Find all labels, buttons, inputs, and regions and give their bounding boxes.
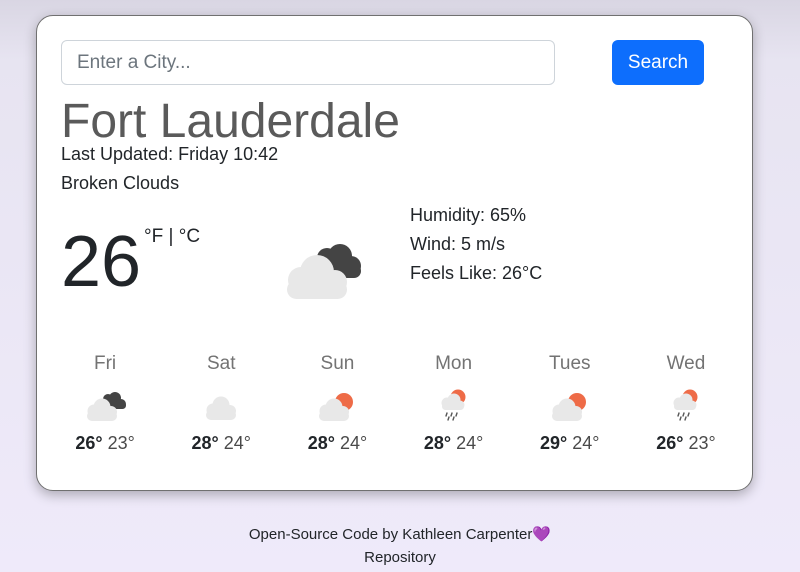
- forecast-temps: 26° 23°: [47, 432, 163, 454]
- open-source-link[interactable]: Open-Source Code by Kathleen Carpenter: [249, 526, 533, 543]
- forecast-max: 26°: [75, 433, 103, 453]
- forecast-day-name: Fri: [94, 353, 117, 374]
- broken-clouds-icon: [287, 244, 361, 299]
- forecast-day-name: Mon: [435, 353, 473, 374]
- forecast-min: 24°: [339, 433, 368, 453]
- sun-behind-cloud-icon: [551, 393, 586, 421]
- forecast-max: 29°: [540, 433, 568, 453]
- footer: Open-Source Code by Kathleen Carpenter💜 …: [0, 523, 800, 569]
- forecast-temps: 29° 24°: [512, 432, 628, 454]
- forecast-temps: 28° 24°: [163, 432, 279, 454]
- fahrenheit-link[interactable]: °F: [144, 226, 163, 247]
- forecast-min: 23°: [107, 433, 135, 453]
- forecast-max: 28°: [307, 433, 335, 453]
- forecast-max: 26°: [656, 433, 684, 453]
- forecast-day-name: Sat: [206, 353, 236, 374]
- forecast-day: Wed 26° 23°: [628, 352, 744, 454]
- forecast-max: 28°: [423, 433, 452, 453]
- cloud-icon: [206, 396, 237, 420]
- purple-heart-icon: 💜: [532, 526, 552, 543]
- forecast-temps: 28° 24°: [279, 432, 395, 454]
- last-updated: Last Updated: Friday 10:42: [61, 144, 279, 164]
- footer-credit: Open-Source Code by Kathleen Carpenter💜: [0, 523, 800, 546]
- unit-toggle: °F | °C: [144, 226, 200, 248]
- humidity: Humidity: 65%: [410, 205, 527, 225]
- forecast-day: Mon 28° 24°: [396, 352, 512, 454]
- search-button[interactable]: Search: [612, 40, 704, 85]
- forecast-day-name: Tues: [549, 353, 591, 374]
- sun-rain-icon: [673, 389, 698, 421]
- current-temperature: 26: [61, 222, 142, 302]
- repository-link[interactable]: Repository: [364, 549, 436, 566]
- sun-rain-icon: [441, 389, 466, 421]
- city-name: Fort Lauderdale: [61, 95, 400, 148]
- forecast-day-name: Sun: [320, 353, 355, 374]
- forecast-day-name: Wed: [666, 353, 706, 374]
- forecast: Fri 26° 23° Sat 28° 24° Sun 28° 24° Mon …: [47, 352, 744, 454]
- forecast-day: Tues 29° 24°: [512, 352, 628, 454]
- forecast-temps: 26° 23°: [628, 432, 744, 454]
- weather-description: Broken Clouds: [61, 173, 180, 193]
- wind: Wind: 5 m/s: [410, 234, 506, 254]
- sun-behind-cloud-icon: [319, 393, 354, 421]
- forecast-max: 28°: [191, 433, 219, 453]
- forecast-day: Fri 26° 23°: [47, 352, 163, 454]
- forecast-temps: 28° 24°: [396, 432, 512, 454]
- forecast-day: Sun 28° 24°: [279, 352, 395, 454]
- celsius-link[interactable]: °C: [179, 226, 200, 247]
- weather-card: Search Fort Lauderdale Last Updated: Fri…: [36, 15, 753, 491]
- feels-like: Feels Like: 26°C: [410, 263, 543, 283]
- forecast-min: 24°: [456, 433, 484, 453]
- forecast-day: Sat 28° 24°: [163, 352, 279, 454]
- forecast-min: 23°: [688, 433, 716, 453]
- forecast-min: 24°: [223, 433, 251, 453]
- city-search-input[interactable]: [61, 40, 555, 85]
- unit-separator: |: [163, 226, 179, 247]
- forecast-min: 24°: [572, 433, 600, 453]
- broken-clouds-icon: [87, 392, 127, 421]
- weather-details: Humidity: 65% Wind: 5 m/s Feels Like: 26…: [410, 201, 542, 288]
